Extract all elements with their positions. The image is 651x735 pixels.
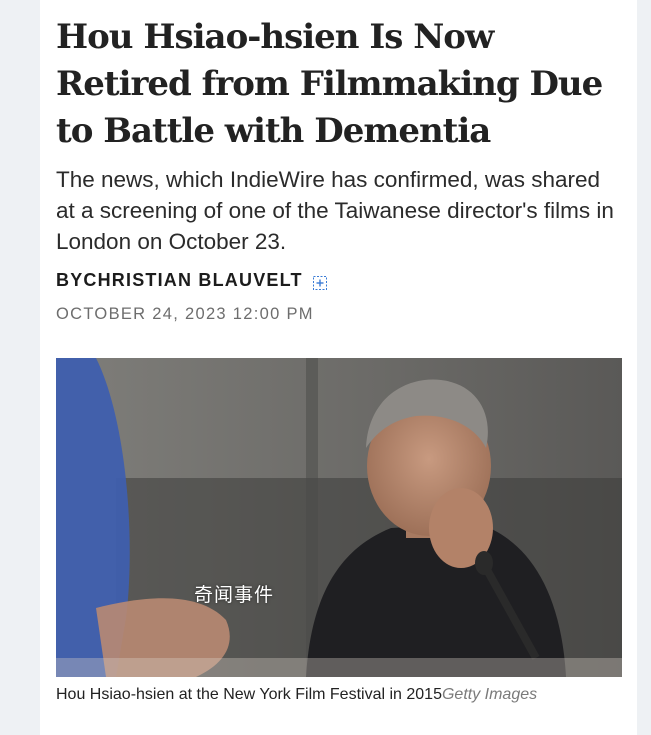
image-watermark: 奇闻事件 <box>194 584 275 606</box>
article-dek: The news, which IndieWire has confirmed,… <box>56 167 614 254</box>
author-link[interactable]: CHRISTIAN BLAUVELT <box>83 270 302 291</box>
photo-credit: Getty Images <box>441 686 538 703</box>
expand-plus-icon[interactable] <box>312 274 327 290</box>
publish-date: OCTOBER 24, 2023 12:00 PM <box>56 305 314 323</box>
article-page: Hou Hsiao-hsien Is Now Retired from Film… <box>40 0 637 735</box>
byline: BY CHRISTIAN BLAUVELT <box>56 270 327 291</box>
hero-photo: 奇闻事件 <box>56 358 622 677</box>
article-headline: Hou Hsiao-hsien Is Now Retired from Film… <box>56 17 603 151</box>
caption-text: Hou Hsiao-hsien at the New York Film Fes… <box>56 686 442 703</box>
image-caption: Hou Hsiao-hsien at the New York Film Fes… <box>56 684 576 706</box>
byline-prefix: BY <box>56 270 84 290</box>
